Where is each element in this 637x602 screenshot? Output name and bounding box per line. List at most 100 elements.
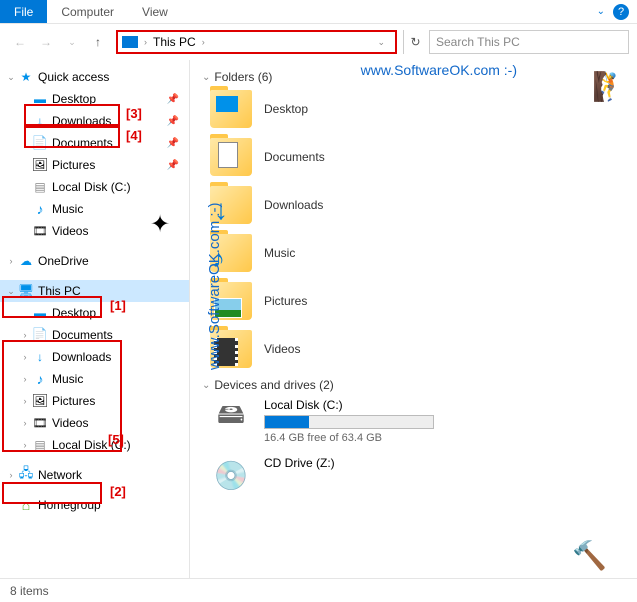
sidebar-item-documents[interactable]: Documents 📌 [0,132,189,154]
group-header-drives[interactable]: ⌄ Devices and drives (2) [202,378,625,392]
status-bar: 8 items [0,578,637,602]
drive-label: Local Disk (C:) [264,398,625,412]
sidebar-item-pc-documents[interactable]: › Documents [0,324,189,346]
chevron-down-icon[interactable]: ⌄ [202,72,210,83]
folder-icon [210,282,252,320]
folder-icon: ↓ [210,186,252,224]
chevron-down-icon[interactable]: ⌄ [202,380,210,391]
chevron-right-icon[interactable]: › [18,374,32,384]
folder-item-downloads[interactable]: ↓ Downloads [202,186,625,224]
chevron-right-icon[interactable]: › [18,352,32,362]
search-input[interactable]: Search This PC [429,30,629,54]
recent-dropdown-icon[interactable]: ⌄ [60,30,84,54]
breadcrumb-thispc[interactable]: This PC [149,35,200,49]
cd-drive-icon: 💿 [210,456,252,494]
disk-icon [32,179,48,195]
tree-label: Music [52,372,83,386]
folder-icon: ♪ [210,234,252,272]
ribbon-expand-icon[interactable]: ⌄ [597,6,605,17]
back-button[interactable]: ← [8,30,32,54]
sidebar-item-desktop[interactable]: Desktop 📌 [0,88,189,110]
star-icon [18,69,34,85]
chevron-right-icon[interactable]: › [18,440,32,450]
music-icon [32,201,48,217]
chevron-right-icon[interactable]: › [18,396,32,406]
video-icon [32,415,48,431]
sidebar-item-videos[interactable]: Videos [0,220,189,242]
folder-item-desktop[interactable]: Desktop [202,90,625,128]
navigation-pane: ⌄ Quick access Desktop 📌 Downloads 📌 Doc… [0,60,190,578]
sidebar-item-quickaccess[interactable]: ⌄ Quick access [0,66,189,88]
pictures-icon [32,393,48,409]
tree-label: Desktop [52,92,96,106]
group-header-folders[interactable]: ⌄ Folders (6) [202,70,625,84]
menu-computer[interactable]: Computer [47,1,128,23]
folder-item-videos[interactable]: Videos [202,330,625,368]
drive-item-cd[interactable]: 💿 CD Drive (Z:) [202,456,625,494]
sidebar-item-pc-pictures[interactable]: › Pictures [0,390,189,412]
drive-usage-bar [264,415,434,429]
folder-item-pictures[interactable]: Pictures [202,282,625,320]
help-icon[interactable]: ? [613,4,629,20]
folder-label: Videos [264,342,300,356]
content-pane[interactable]: ⌄ Folders (6) Desktop Documents ↓ Downlo… [190,60,637,578]
sidebar-item-music[interactable]: Music [0,198,189,220]
sidebar-item-pc-downloads[interactable]: › Downloads [0,346,189,368]
nav-toolbar: ← → ⌄ ↑ › This PC › ⌄ ↻ Search This PC [0,24,637,60]
folder-icon [210,138,252,176]
address-dropdown-icon[interactable]: ⌄ [371,37,391,48]
sidebar-item-pc-desktop[interactable]: Desktop [0,302,189,324]
tree-label: Quick access [38,70,109,84]
tree-label: OneDrive [38,254,89,268]
drive-usage-fill [265,416,309,428]
sidebar-item-pictures[interactable]: Pictures 📌 [0,154,189,176]
pc-icon [18,283,34,299]
sidebar-item-pc-music[interactable]: › Music [0,368,189,390]
homegroup-icon [18,497,34,513]
folder-label: Downloads [264,198,323,212]
up-button[interactable]: ↑ [86,30,110,54]
sidebar-item-localdisk[interactable]: Local Disk (C:) [0,176,189,198]
menu-file[interactable]: File [0,0,47,23]
tree-label: Downloads [52,350,111,364]
sidebar-item-homegroup[interactable]: Homegroup [0,494,189,516]
sidebar-item-network[interactable]: › Network [0,464,189,486]
chevron-right-icon[interactable]: › [4,470,18,480]
chevron-right-icon[interactable]: › [202,37,205,47]
tree-label: Downloads [52,114,111,128]
sidebar-item-pc-localdisk[interactable]: › Local Disk (C:) [0,434,189,456]
pin-icon: 📌 [167,160,179,171]
download-overlay-icon: ↓ [214,194,228,226]
chevron-down-icon[interactable]: ⌄ [4,286,18,297]
folder-label: Desktop [264,102,308,116]
tree-label: This PC [38,284,81,298]
chevron-down-icon[interactable]: ⌄ [4,72,18,83]
refresh-button[interactable]: ↻ [403,30,427,54]
drive-item-localdisk[interactable]: 🖴 Local Disk (C:) 16.4 GB free of 63.4 G… [202,398,625,444]
chevron-right-icon[interactable]: › [144,37,147,47]
folder-item-music[interactable]: ♪ Music [202,234,625,272]
chevron-right-icon[interactable]: › [4,256,18,266]
music-overlay-icon: ♪ [212,243,225,274]
sidebar-item-thispc[interactable]: ⌄ This PC [0,280,189,302]
address-bar[interactable]: › This PC › ⌄ [116,30,397,54]
tree-label: Videos [52,416,88,430]
desktop-icon [32,305,48,321]
sidebar-item-downloads[interactable]: Downloads 📌 [0,110,189,132]
main-area: ⌄ Quick access Desktop 📌 Downloads 📌 Doc… [0,60,637,578]
pin-icon: 📌 [167,116,179,127]
chevron-right-icon[interactable]: › [18,418,32,428]
sidebar-item-pc-videos[interactable]: › Videos [0,412,189,434]
status-item-count: 8 items [10,584,49,598]
drive-subtext: 16.4 GB free of 63.4 GB [264,432,625,444]
tree-label: Pictures [52,394,95,408]
menu-view[interactable]: View [128,1,182,23]
tree-label: Music [52,202,83,216]
document-icon [32,327,48,343]
sidebar-item-onedrive[interactable]: › OneDrive [0,250,189,272]
pin-icon: 📌 [167,94,179,105]
tree-label: Documents [52,328,113,342]
folder-item-documents[interactable]: Documents [202,138,625,176]
forward-button[interactable]: → [34,30,58,54]
chevron-right-icon[interactable]: › [18,330,32,340]
